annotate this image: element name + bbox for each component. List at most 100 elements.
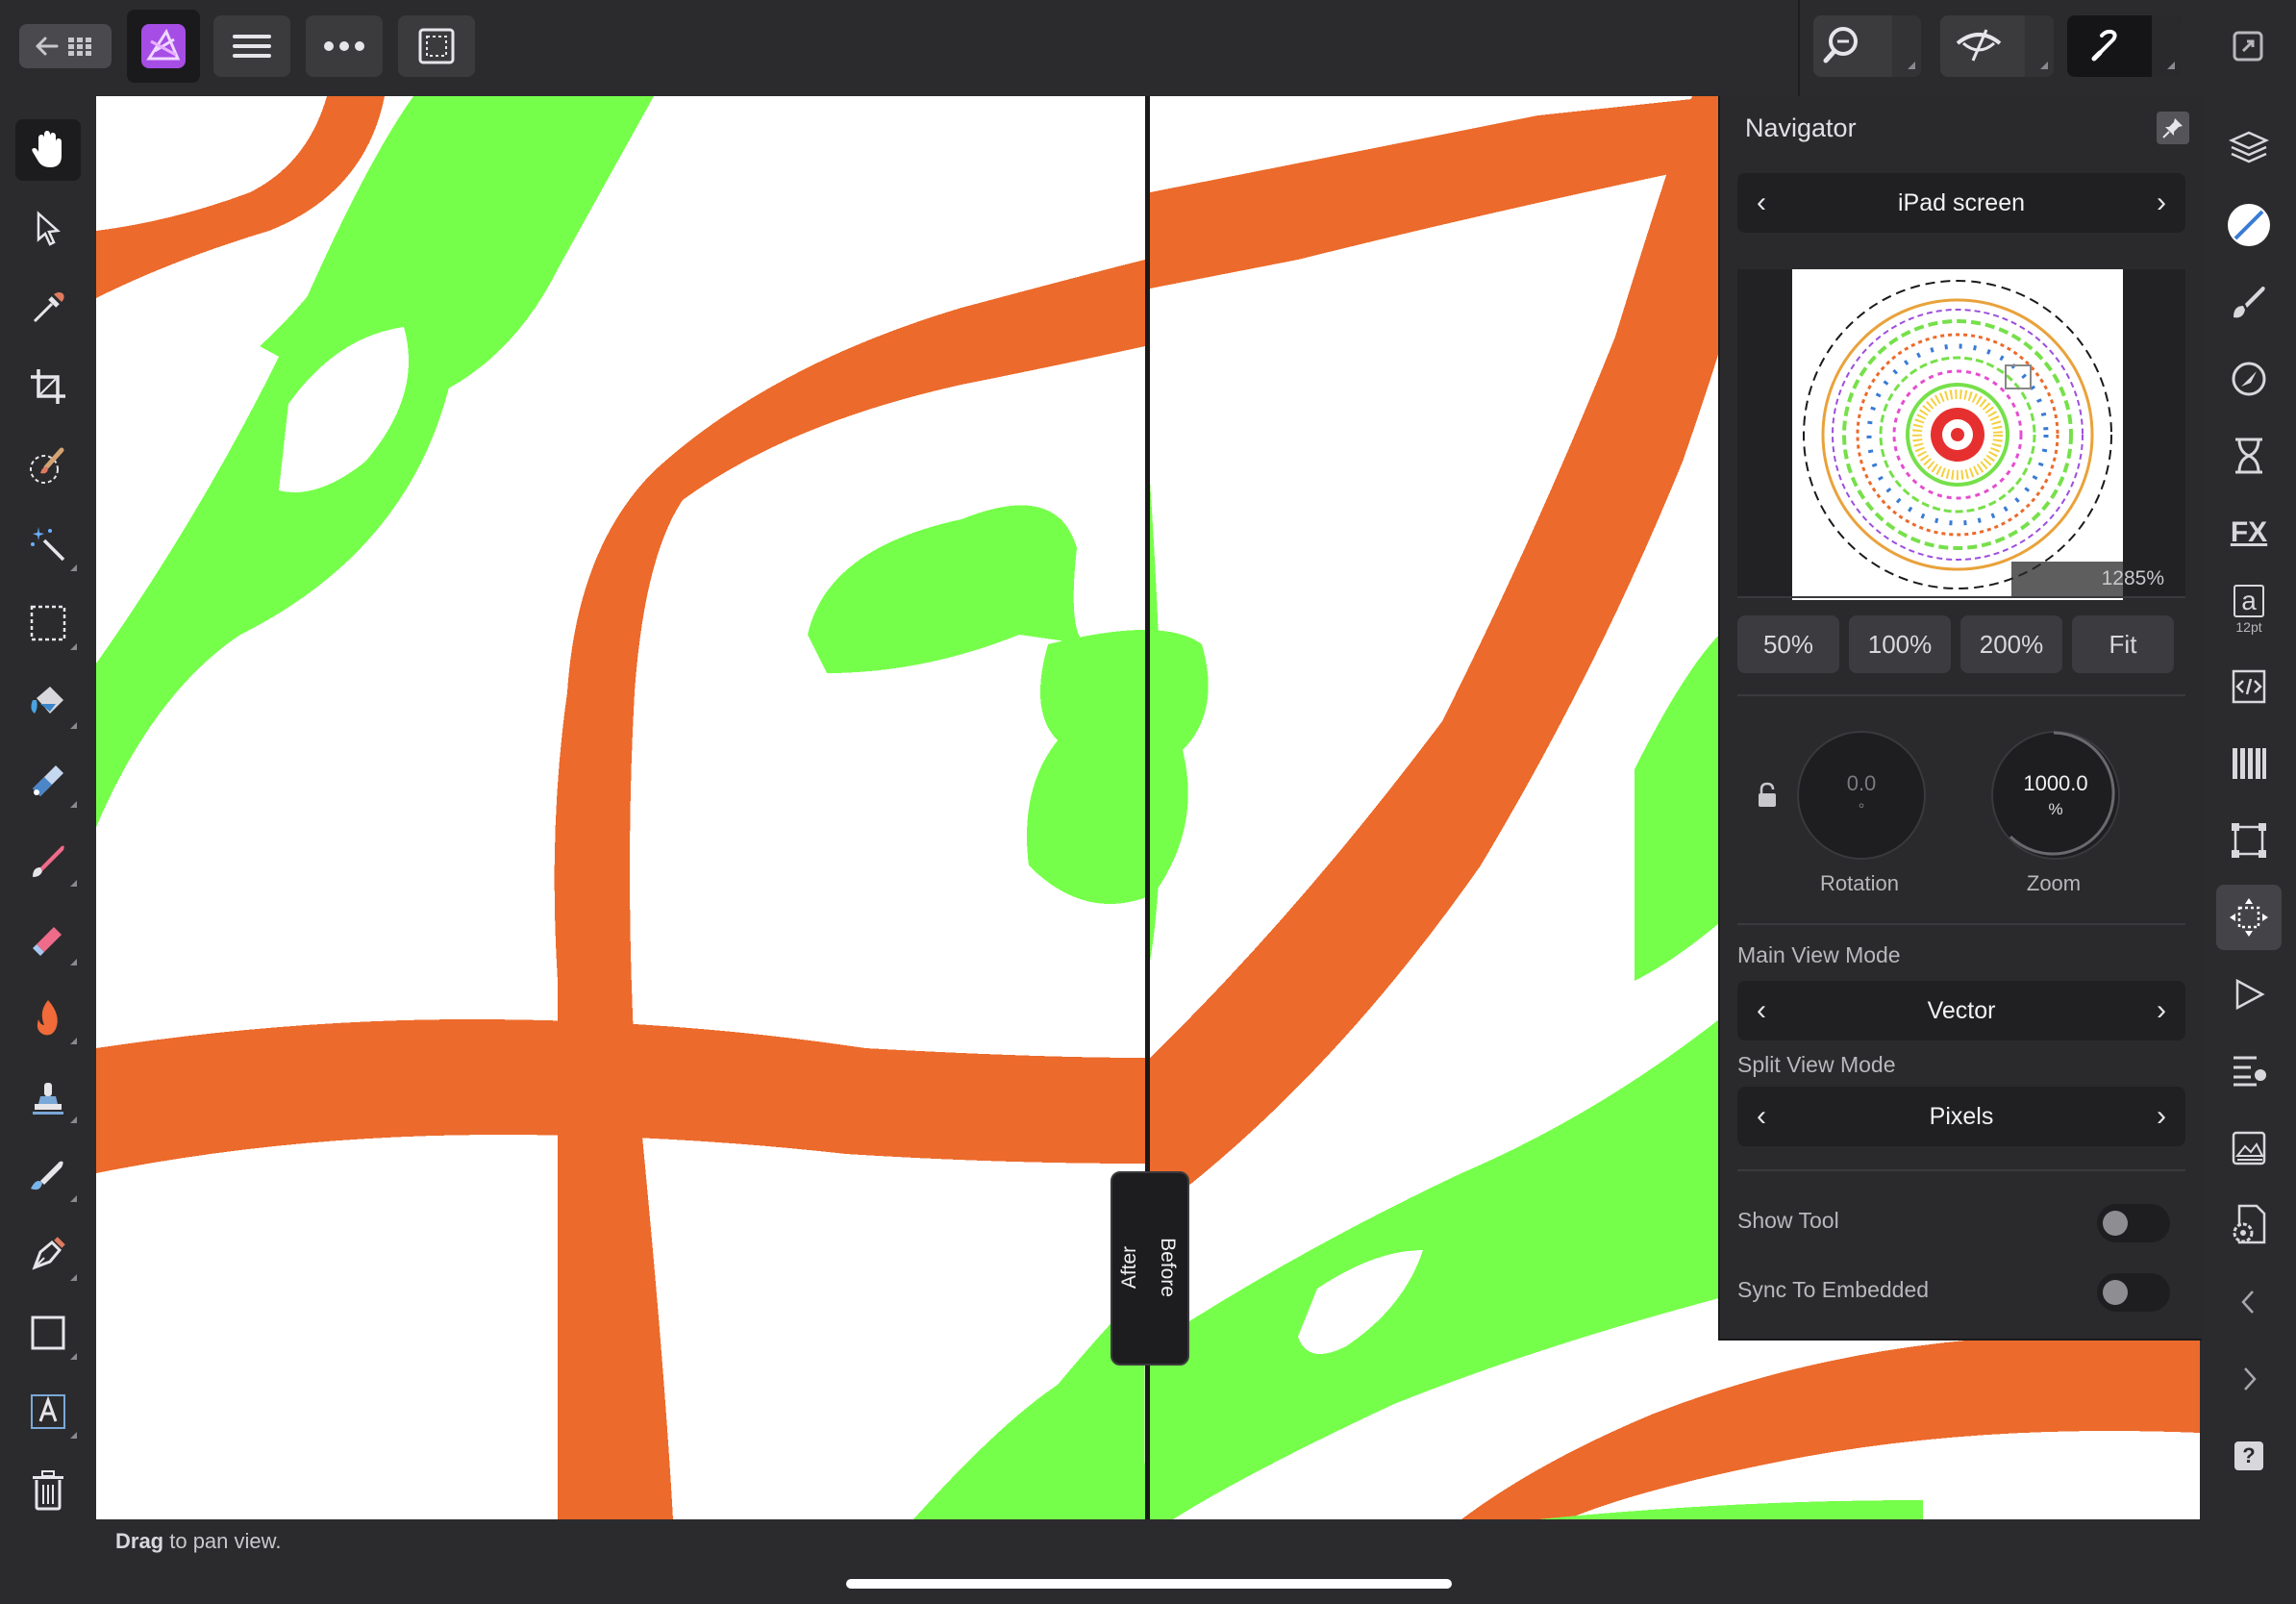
transform-studio-button[interactable]: [2216, 808, 2282, 873]
fullscreen-button[interactable]: [2219, 15, 2277, 77]
delete-button[interactable]: [15, 1460, 81, 1521]
move-tool[interactable]: [15, 198, 81, 260]
hamburger-icon: [233, 35, 271, 58]
assist-icon: [2091, 29, 2117, 62]
status-hint: Drag to pan view.: [115, 1529, 281, 1554]
dodge-burn-icon: [37, 1000, 58, 1036]
selection-brush-icon: [30, 447, 64, 484]
sync-to-embedded-toggle[interactable]: [2097, 1273, 2170, 1312]
document-settings-icon: [2233, 1204, 2266, 1244]
toolbar-divider: [1798, 0, 1800, 96]
navigator-icon: [2230, 898, 2268, 937]
flood-fill-tool[interactable]: [15, 671, 81, 733]
clone-stamp-tool[interactable]: [15, 1065, 81, 1127]
stock-studio-button[interactable]: [2216, 1039, 2282, 1104]
split-view-mode-selector[interactable]: ‹ Pixels ›: [1737, 1087, 2185, 1146]
show-tool-toggle[interactable]: [2097, 1204, 2170, 1242]
help-button[interactable]: ?: [2216, 1423, 2282, 1489]
split-view-next-icon[interactable]: ›: [2157, 1087, 2166, 1146]
smudge-tool[interactable]: [15, 1144, 81, 1206]
stock-icon: [2234, 1056, 2266, 1087]
split-view-handle[interactable]: After Before: [1111, 1171, 1189, 1366]
collapse-left-button[interactable]: [2216, 1269, 2282, 1335]
delete-icon: [33, 1470, 63, 1511]
text-style-studio-button[interactable]: a 12pt: [2216, 577, 2282, 642]
preset-next-icon[interactable]: ›: [2157, 173, 2166, 233]
rotation-value: 0.0: [1846, 771, 1877, 795]
magic-wand-tool[interactable]: [15, 514, 81, 575]
gradient-icon: [33, 765, 63, 796]
selection-button[interactable]: [398, 15, 475, 77]
mandala-thumbnail: [1803, 280, 2112, 589]
toggle-knob: [2103, 1280, 2128, 1305]
channels-studio-button[interactable]: [2216, 731, 2282, 796]
color-studio-button[interactable]: [2216, 192, 2282, 258]
pen-tool-icon: [32, 1237, 65, 1270]
marquee-tool[interactable]: [15, 592, 81, 654]
photo-persona-icon: [141, 24, 186, 68]
macro-studio-button[interactable]: [2216, 654, 2282, 719]
crop-tool[interactable]: [15, 356, 81, 417]
pen-tool[interactable]: [15, 1223, 81, 1285]
main-view-mode-selector[interactable]: ‹ Vector ›: [1737, 981, 2185, 1040]
flood-fill-icon: [31, 687, 63, 714]
document-settings-studio-button[interactable]: [2216, 1192, 2282, 1258]
back-to-home-button[interactable]: [19, 24, 112, 68]
text-tool[interactable]: [15, 1381, 81, 1442]
play-studio-button[interactable]: [2216, 962, 2282, 1027]
text-style-size: 12pt: [2235, 619, 2262, 635]
photo-persona-button[interactable]: [127, 10, 200, 83]
history-studio-button[interactable]: [2216, 423, 2282, 489]
zoom-dial[interactable]: 1000.0 %: [1991, 731, 2120, 860]
fx-studio-button[interactable]: FX: [2216, 500, 2282, 565]
zoom-50-button[interactable]: 50%: [1737, 615, 1839, 673]
rectangle-tool[interactable]: [15, 1302, 81, 1364]
navigator-studio-button[interactable]: [2216, 885, 2282, 950]
separator: [1737, 1169, 2185, 1171]
navigator-preview[interactable]: 1285%: [1737, 269, 2185, 600]
hand-tool[interactable]: [15, 119, 81, 181]
navigator-preset-selector[interactable]: ‹ iPad screen ›: [1737, 173, 2185, 233]
separator: [1737, 596, 2185, 598]
move-tool-icon: [37, 211, 61, 246]
rotation-lock-icon[interactable]: [1757, 781, 1778, 810]
text-tool-icon: [31, 1394, 65, 1429]
adjustments-studio-button[interactable]: [2216, 346, 2282, 412]
main-view-next-icon[interactable]: ›: [2157, 981, 2166, 1040]
view-quality-button[interactable]: [1940, 15, 2054, 77]
zoom-fit-button[interactable]: Fit: [2072, 615, 2174, 673]
assistant-dropdown-caret[interactable]: [2152, 15, 2181, 77]
fx-icon: FX: [2230, 516, 2268, 548]
brushes-studio-button[interactable]: [2216, 269, 2282, 335]
library-studio-button[interactable]: [2216, 1115, 2282, 1181]
zoom-200-button[interactable]: 200%: [1960, 615, 2062, 673]
zoom-dropdown-caret[interactable]: [1892, 15, 1921, 77]
home-indicator[interactable]: [846, 1579, 1452, 1589]
selection-brush-tool[interactable]: [15, 435, 81, 496]
paint-brush-tool[interactable]: [15, 829, 81, 890]
erase-brush-icon: [33, 927, 62, 956]
zoom-button[interactable]: [1813, 15, 1921, 77]
rotation-dial[interactable]: 0.0 °: [1797, 731, 1926, 860]
split-view-mode-label: Split View Mode: [1737, 1052, 1896, 1077]
text-style-icon: a: [2234, 585, 2264, 617]
collapse-right-button[interactable]: [2216, 1346, 2282, 1412]
pin-panel-button[interactable]: [2157, 112, 2189, 144]
more-button[interactable]: [306, 15, 383, 77]
layers-studio-button[interactable]: [2216, 115, 2282, 181]
zoom-label: Zoom: [2026, 871, 2082, 895]
view-quality-dropdown-caret[interactable]: [2025, 15, 2054, 77]
color-icon: [2228, 204, 2270, 246]
zoom-100-button[interactable]: 100%: [1849, 615, 1951, 673]
fullscreen-icon: [2233, 31, 2263, 62]
erase-brush-tool[interactable]: [15, 908, 81, 969]
dodge-burn-tool[interactable]: [15, 987, 81, 1048]
navigator-thumbnail: [1792, 269, 2123, 600]
color-picker-tool[interactable]: [15, 277, 81, 338]
gradient-tool[interactable]: [15, 750, 81, 812]
document-menu-button[interactable]: [213, 15, 290, 77]
separator: [1737, 694, 2185, 696]
assistant-button[interactable]: [2067, 15, 2181, 77]
split-after-label-container: After: [1118, 1173, 1149, 1364]
smudge-icon: [31, 1161, 63, 1190]
